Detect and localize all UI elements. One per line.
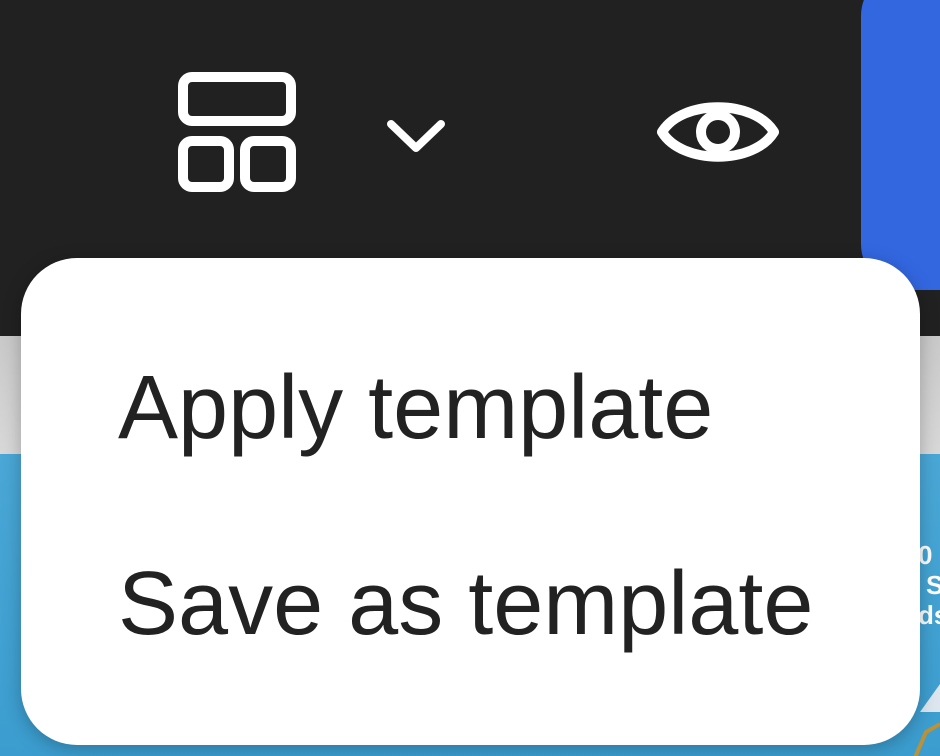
canvas-text-line: S: [926, 570, 940, 600]
canvas-text-line: ds: [918, 600, 940, 630]
eye-icon: [657, 102, 779, 162]
canvas-text-line: 0: [918, 540, 933, 570]
primary-action-button[interactable]: [861, 0, 940, 290]
editor-window: 0 S ds Apply template Save as template: [0, 0, 940, 756]
template-dropdown-toggle[interactable]: [376, 100, 456, 170]
apply-template-menu-item[interactable]: Apply template: [21, 310, 920, 506]
menu-item-label: Apply template: [118, 357, 714, 458]
layout-template-icon: [178, 72, 296, 192]
menu-item-label: Save as template: [118, 553, 814, 654]
chevron-down-icon: [387, 120, 445, 152]
layout-template-button[interactable]: [172, 68, 302, 198]
preview-button[interactable]: [648, 74, 788, 190]
template-menu: Apply template Save as template: [21, 258, 920, 745]
save-as-template-menu-item[interactable]: Save as template: [21, 506, 920, 702]
canvas-partial-text: 0 S ds: [918, 540, 940, 630]
